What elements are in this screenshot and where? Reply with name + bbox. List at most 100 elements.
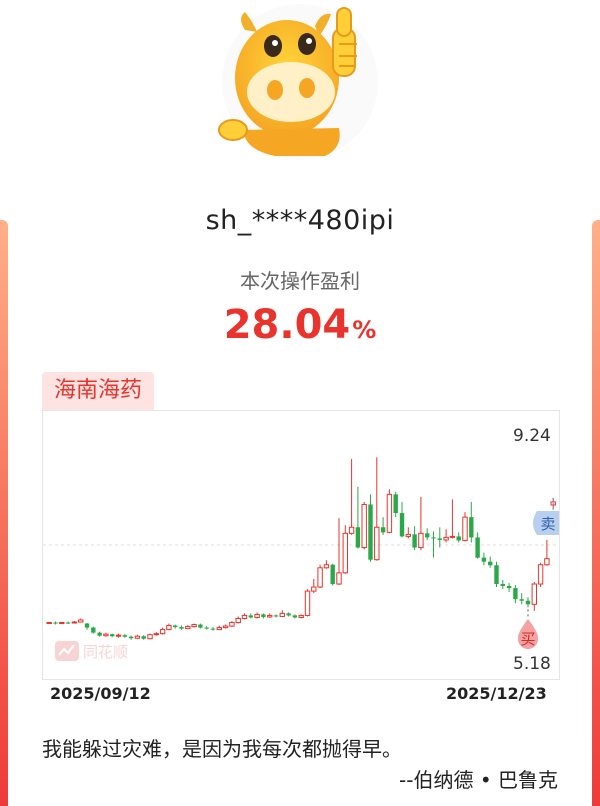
candle-body [229, 622, 235, 627]
candle-body [65, 622, 71, 624]
buy-marker[interactable]: 买 [517, 619, 539, 649]
candle-body [525, 600, 531, 605]
candle-body [110, 634, 115, 637]
candle-body [475, 537, 480, 558]
candle-body [481, 557, 487, 562]
candle-body [405, 533, 412, 537]
candle-body [348, 526, 355, 534]
candle-body [128, 636, 134, 639]
candle-body [500, 584, 505, 587]
sell-marker[interactable]: 卖 [533, 511, 559, 535]
candle-body [134, 635, 141, 639]
profit-unit: % [352, 316, 377, 344]
candles-group [46, 457, 556, 640]
cow-mascot-icon [218, 4, 378, 160]
candle-body [279, 612, 286, 617]
buy-label: 买 [520, 630, 535, 648]
candle-body [544, 558, 550, 566]
candle-body [46, 622, 52, 625]
candle-body [198, 624, 203, 628]
candle-body [97, 632, 102, 636]
candle-body [494, 565, 499, 585]
candle-body [456, 536, 461, 541]
candle-body [380, 527, 386, 533]
candle-body [273, 615, 279, 617]
candle-body [537, 564, 544, 585]
candle-body [204, 627, 209, 629]
candle-body [166, 625, 172, 631]
candle-body [241, 614, 248, 619]
watermark-logo: 同花顺 [55, 641, 128, 661]
candle-body [361, 503, 367, 549]
price-low-label: 5.18 [513, 654, 551, 674]
candle-body [298, 614, 304, 618]
candle-body [103, 633, 109, 637]
candle-body [159, 629, 166, 635]
candle-body [462, 516, 468, 541]
candle-body [179, 627, 184, 629]
candle-body [531, 583, 538, 605]
candle-body [304, 590, 311, 616]
candle-body [216, 627, 223, 631]
candle-body [53, 622, 58, 624]
candle-body [78, 619, 84, 623]
profit-label: 本次操作盈利 [240, 269, 360, 293]
candle-body [286, 613, 291, 616]
candle-body [368, 504, 373, 560]
candle-body [292, 615, 298, 618]
candle-body [254, 613, 260, 618]
profit-number: 28.04 [223, 302, 351, 348]
candle-body [469, 517, 474, 538]
candle-body [122, 635, 127, 637]
candle-body [437, 538, 442, 540]
profit-value: 28.04% [0, 302, 600, 348]
candle-body [153, 633, 159, 636]
candle-body [374, 526, 380, 561]
candle-body [431, 537, 436, 539]
candle-body [519, 599, 524, 601]
candle-body [91, 627, 96, 633]
candle-body [412, 534, 417, 548]
candle-body [386, 493, 393, 533]
candle-body [59, 622, 65, 625]
candle-body [248, 615, 253, 618]
date-start: 2025/09/12 [50, 684, 151, 703]
candle-body [235, 617, 241, 624]
quote-text: 我能躲过灾难，是因为我每次都抛得早。 [42, 737, 402, 761]
candle-body [399, 513, 405, 537]
candle-body [506, 586, 512, 589]
candle-body [173, 625, 178, 628]
candle-body [191, 624, 197, 628]
candle-body [141, 636, 146, 639]
stock-name-tag[interactable]: 海南海药 [42, 372, 155, 410]
price-high-label: 9.24 [513, 426, 551, 446]
candle-body [355, 527, 361, 548]
watermark-text: 同花顺 [83, 643, 128, 661]
candle-body [317, 567, 323, 588]
candle-body [222, 625, 229, 629]
candle-body [185, 626, 191, 630]
candle-body [71, 621, 78, 624]
candle-body [323, 564, 330, 569]
candle-body [267, 614, 273, 618]
candle-body [330, 564, 335, 585]
candle-body [488, 561, 493, 566]
date-end: 2025/12/23 [446, 684, 547, 703]
candlestick-chart: 同花顺 9.24 5.18 买 卖 [42, 410, 560, 680]
candle-body [418, 532, 424, 549]
candle-body [513, 588, 518, 600]
candle-body [443, 536, 449, 541]
sell-label: 卖 [540, 515, 555, 533]
chart-svg: 同花顺 9.24 5.18 买 卖 [43, 426, 559, 674]
candle-body [84, 623, 90, 628]
candle-body [147, 634, 153, 640]
candle-body [336, 572, 342, 585]
username: sh_****480ipi [205, 205, 395, 236]
candle-body [342, 532, 349, 574]
candle-body [449, 535, 456, 538]
candle-body [393, 494, 398, 514]
candle-body [425, 533, 430, 538]
candle-body [210, 628, 216, 630]
candle-body [261, 614, 266, 617]
quote-author: --伯纳德 • 巴鲁克 [399, 768, 558, 792]
